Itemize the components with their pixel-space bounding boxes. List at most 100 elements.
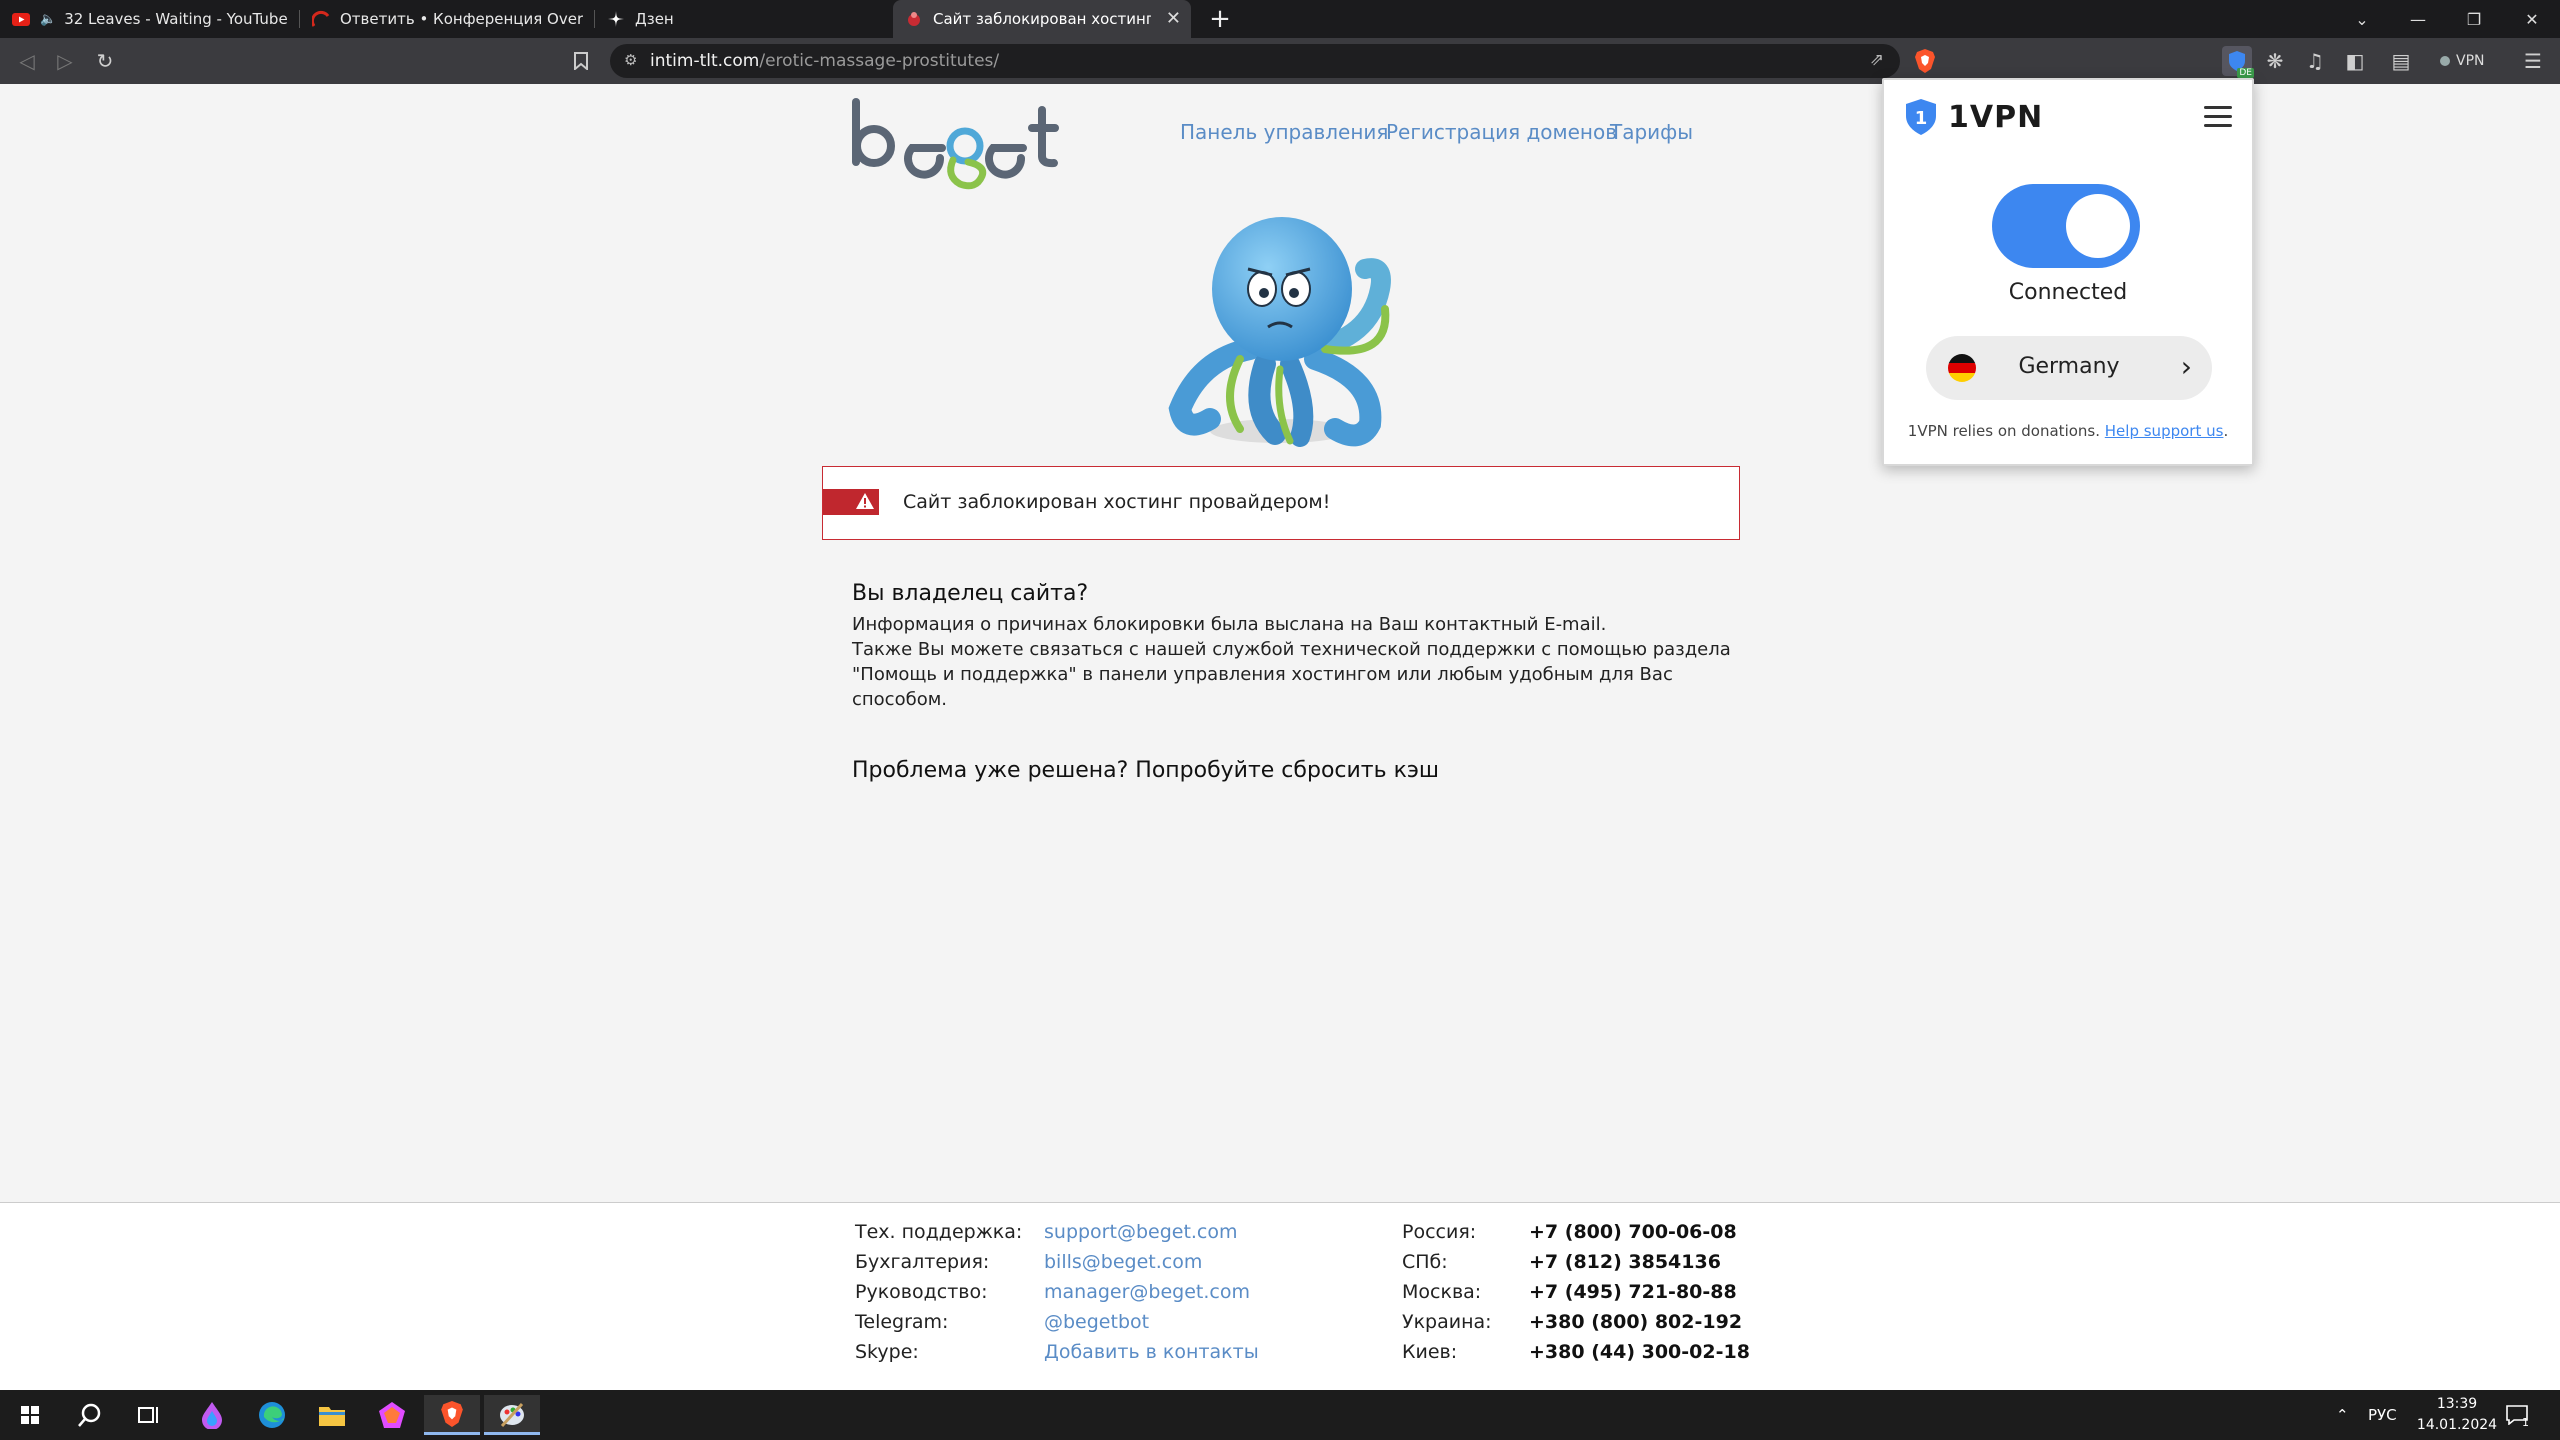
close-window-button[interactable]: ✕ xyxy=(2504,0,2560,38)
restore-button[interactable]: ❐ xyxy=(2446,0,2502,38)
beget-logo[interactable] xyxy=(850,96,1060,192)
contact-label: Skype: xyxy=(855,1341,919,1363)
tab-beget-blocked[interactable]: Сайт заблокирован хостинг провайдером ✕ xyxy=(893,0,1191,38)
toggle-knob xyxy=(2066,194,2130,258)
share-icon[interactable]: ⇗ xyxy=(1870,50,1884,70)
support-email-link[interactable]: support@beget.com xyxy=(1044,1221,1238,1251)
shield-digit: 1 xyxy=(1915,108,1928,129)
close-tab-icon[interactable]: ✕ xyxy=(1166,9,1181,29)
input-language[interactable]: РУС xyxy=(2368,1390,2397,1440)
owner-line: "Помощь и поддержка" в панели управления… xyxy=(852,664,1673,710)
alert-flag xyxy=(823,489,879,515)
site-info-icon[interactable]: ⚙ xyxy=(624,51,637,69)
phone-number: +7 (800) 700-06-08 xyxy=(1529,1221,1737,1243)
edge-browser-icon[interactable] xyxy=(244,1395,300,1435)
beget-icon xyxy=(905,10,923,28)
minimize-button[interactable]: — xyxy=(2390,0,2446,38)
tab-label: Сайт заблокирован хостинг провайдером xyxy=(933,10,1151,28)
donation-note: 1VPN relies on donations. Help support u… xyxy=(1907,422,2229,440)
phone-label: Украина: xyxy=(1402,1311,1492,1333)
reload-button[interactable]: ↻ xyxy=(90,46,120,76)
url-text: intim-tlt.com/erotic-massage-prostitutes… xyxy=(650,51,1000,71)
owner-title: Вы владелец сайта? xyxy=(852,581,1089,606)
country-selector[interactable]: Germany › xyxy=(1926,336,2212,400)
task-view-icon[interactable] xyxy=(120,1395,176,1435)
gem-app-icon[interactable] xyxy=(364,1395,420,1435)
system-clock[interactable]: 13:39 14.01.2024 xyxy=(2412,1394,2502,1436)
tab-dzen[interactable]: Дзен xyxy=(595,0,893,38)
vpn-extension-icon[interactable]: DE xyxy=(2222,46,2254,78)
notification-center-icon[interactable]: 1 xyxy=(2506,1390,2529,1440)
windows-taskbar: ⌃ РУС 13:39 14.01.2024 1 xyxy=(0,1390,2560,1440)
browser-menu-icon[interactable]: ☰ xyxy=(2518,46,2548,76)
phone-number: +380 (800) 802-192 xyxy=(1529,1311,1743,1333)
forward-button[interactable]: ▷ xyxy=(50,46,80,76)
country-name: Germany xyxy=(2018,354,2120,379)
speaker-muted-icon[interactable]: 🔈 xyxy=(40,12,56,27)
brave-browser-taskbar-icon[interactable] xyxy=(424,1395,480,1435)
tab-label: Дзен xyxy=(635,10,674,28)
address-bar[interactable]: ⚙ intim-tlt.com/erotic-massage-prostitut… xyxy=(610,44,1900,78)
new-tab-button[interactable]: + xyxy=(1205,4,1235,34)
extension-badge: DE xyxy=(2237,68,2254,78)
tab-label: 32 Leaves - Waiting - YouTube xyxy=(64,10,288,28)
tray-overflow-chevron-icon[interactable]: ⌃ xyxy=(2336,1390,2349,1440)
nav-domain-registration[interactable]: Регистрация доменов xyxy=(1386,120,1617,144)
chevron-right-icon: › xyxy=(2180,350,2192,383)
page-footer: Тех. поддержка: Бухгалтерия: Руководство… xyxy=(0,1202,2560,1390)
extensions-puzzle-icon[interactable]: ❋ xyxy=(2260,46,2290,76)
app-drop-icon[interactable] xyxy=(184,1395,240,1435)
phone-number: +7 (812) 3854136 xyxy=(1529,1251,1721,1273)
manager-email-link[interactable]: manager@beget.com xyxy=(1044,1281,1250,1311)
tab-strip: 🔈 32 Leaves - Waiting - YouTube Ответить… xyxy=(0,0,2560,38)
clear-cache-heading[interactable]: Проблема уже решена? Попробуйте сбросить… xyxy=(852,758,1439,783)
connection-status: Connected xyxy=(2008,280,2128,305)
owner-line: Информация о причинах блокировки была вы… xyxy=(852,614,1607,635)
brave-vpn-button[interactable]: VPN xyxy=(2440,46,2506,76)
back-button[interactable]: ◁ xyxy=(12,46,42,76)
paint-app-icon[interactable] xyxy=(484,1395,540,1435)
vpn-extension-popup: 1 1VPN Connected Germany › 1VPN relies o… xyxy=(1882,78,2254,466)
overclockers-icon xyxy=(312,10,330,28)
tab-search-chevron-icon[interactable]: ⌄ xyxy=(2334,0,2390,38)
vpn-connect-toggle[interactable] xyxy=(1992,184,2140,268)
bookmark-icon[interactable] xyxy=(566,46,596,76)
contact-label: Тех. поддержка: xyxy=(855,1221,1023,1243)
search-icon[interactable] xyxy=(62,1395,118,1435)
phone-label: Киев: xyxy=(1402,1341,1458,1363)
nav-tariffs[interactable]: Тарифы xyxy=(1610,120,1693,144)
phone-number: +380 (44) 300-02-18 xyxy=(1529,1341,1750,1363)
vpn-brand-name: 1VPN xyxy=(1948,99,2044,135)
wallet-icon[interactable]: ▤ xyxy=(2386,46,2416,76)
phone-label: СПб: xyxy=(1402,1251,1448,1273)
bills-email-link[interactable]: bills@beget.com xyxy=(1044,1251,1202,1281)
file-explorer-icon[interactable] xyxy=(304,1395,360,1435)
warning-icon xyxy=(856,493,874,509)
vpn-brand: 1 1VPN xyxy=(1904,98,2043,136)
phone-label: Россия: xyxy=(1402,1221,1477,1243)
skype-add-link[interactable]: Добавить в контакты xyxy=(1044,1341,1259,1371)
tab-youtube[interactable]: 🔈 32 Leaves - Waiting - YouTube xyxy=(0,0,300,38)
owner-info-section: Вы владелец сайта? Информация о причинах… xyxy=(852,581,1752,712)
dzen-icon xyxy=(607,10,625,28)
sidebar-icon[interactable]: ◧ xyxy=(2340,46,2370,76)
octopus-mascot-image xyxy=(1168,217,1391,447)
owner-line: Также Вы можете связаться с нашей службо… xyxy=(852,639,1731,660)
contact-label: Telegram: xyxy=(855,1311,949,1333)
vpn-shield-icon: 1 xyxy=(1906,99,1936,135)
phone-label: Москва: xyxy=(1402,1281,1482,1303)
vpn-status-dot xyxy=(2440,56,2450,66)
brave-shields-icon[interactable] xyxy=(1910,46,1940,76)
tab-label: Ответить • Конференция Overclockers xyxy=(340,10,583,28)
tab-overclockers[interactable]: Ответить • Конференция Overclockers xyxy=(300,0,595,38)
contact-label: Руководство: xyxy=(855,1281,988,1303)
hamburger-menu-icon[interactable] xyxy=(2204,106,2232,128)
help-support-link[interactable]: Help support us xyxy=(2105,422,2224,440)
phone-number: +7 (495) 721-80-88 xyxy=(1529,1281,1737,1303)
nav-control-panel[interactable]: Панель управления xyxy=(1180,120,1388,144)
media-music-icon[interactable]: ♫ xyxy=(2300,46,2330,76)
telegram-link[interactable]: @begetbot xyxy=(1044,1311,1149,1341)
blocked-alert: Сайт заблокирован хостинг провайдером! xyxy=(822,466,1740,540)
windows-start-icon[interactable] xyxy=(2,1395,58,1435)
contact-label: Бухгалтерия: xyxy=(855,1251,990,1273)
